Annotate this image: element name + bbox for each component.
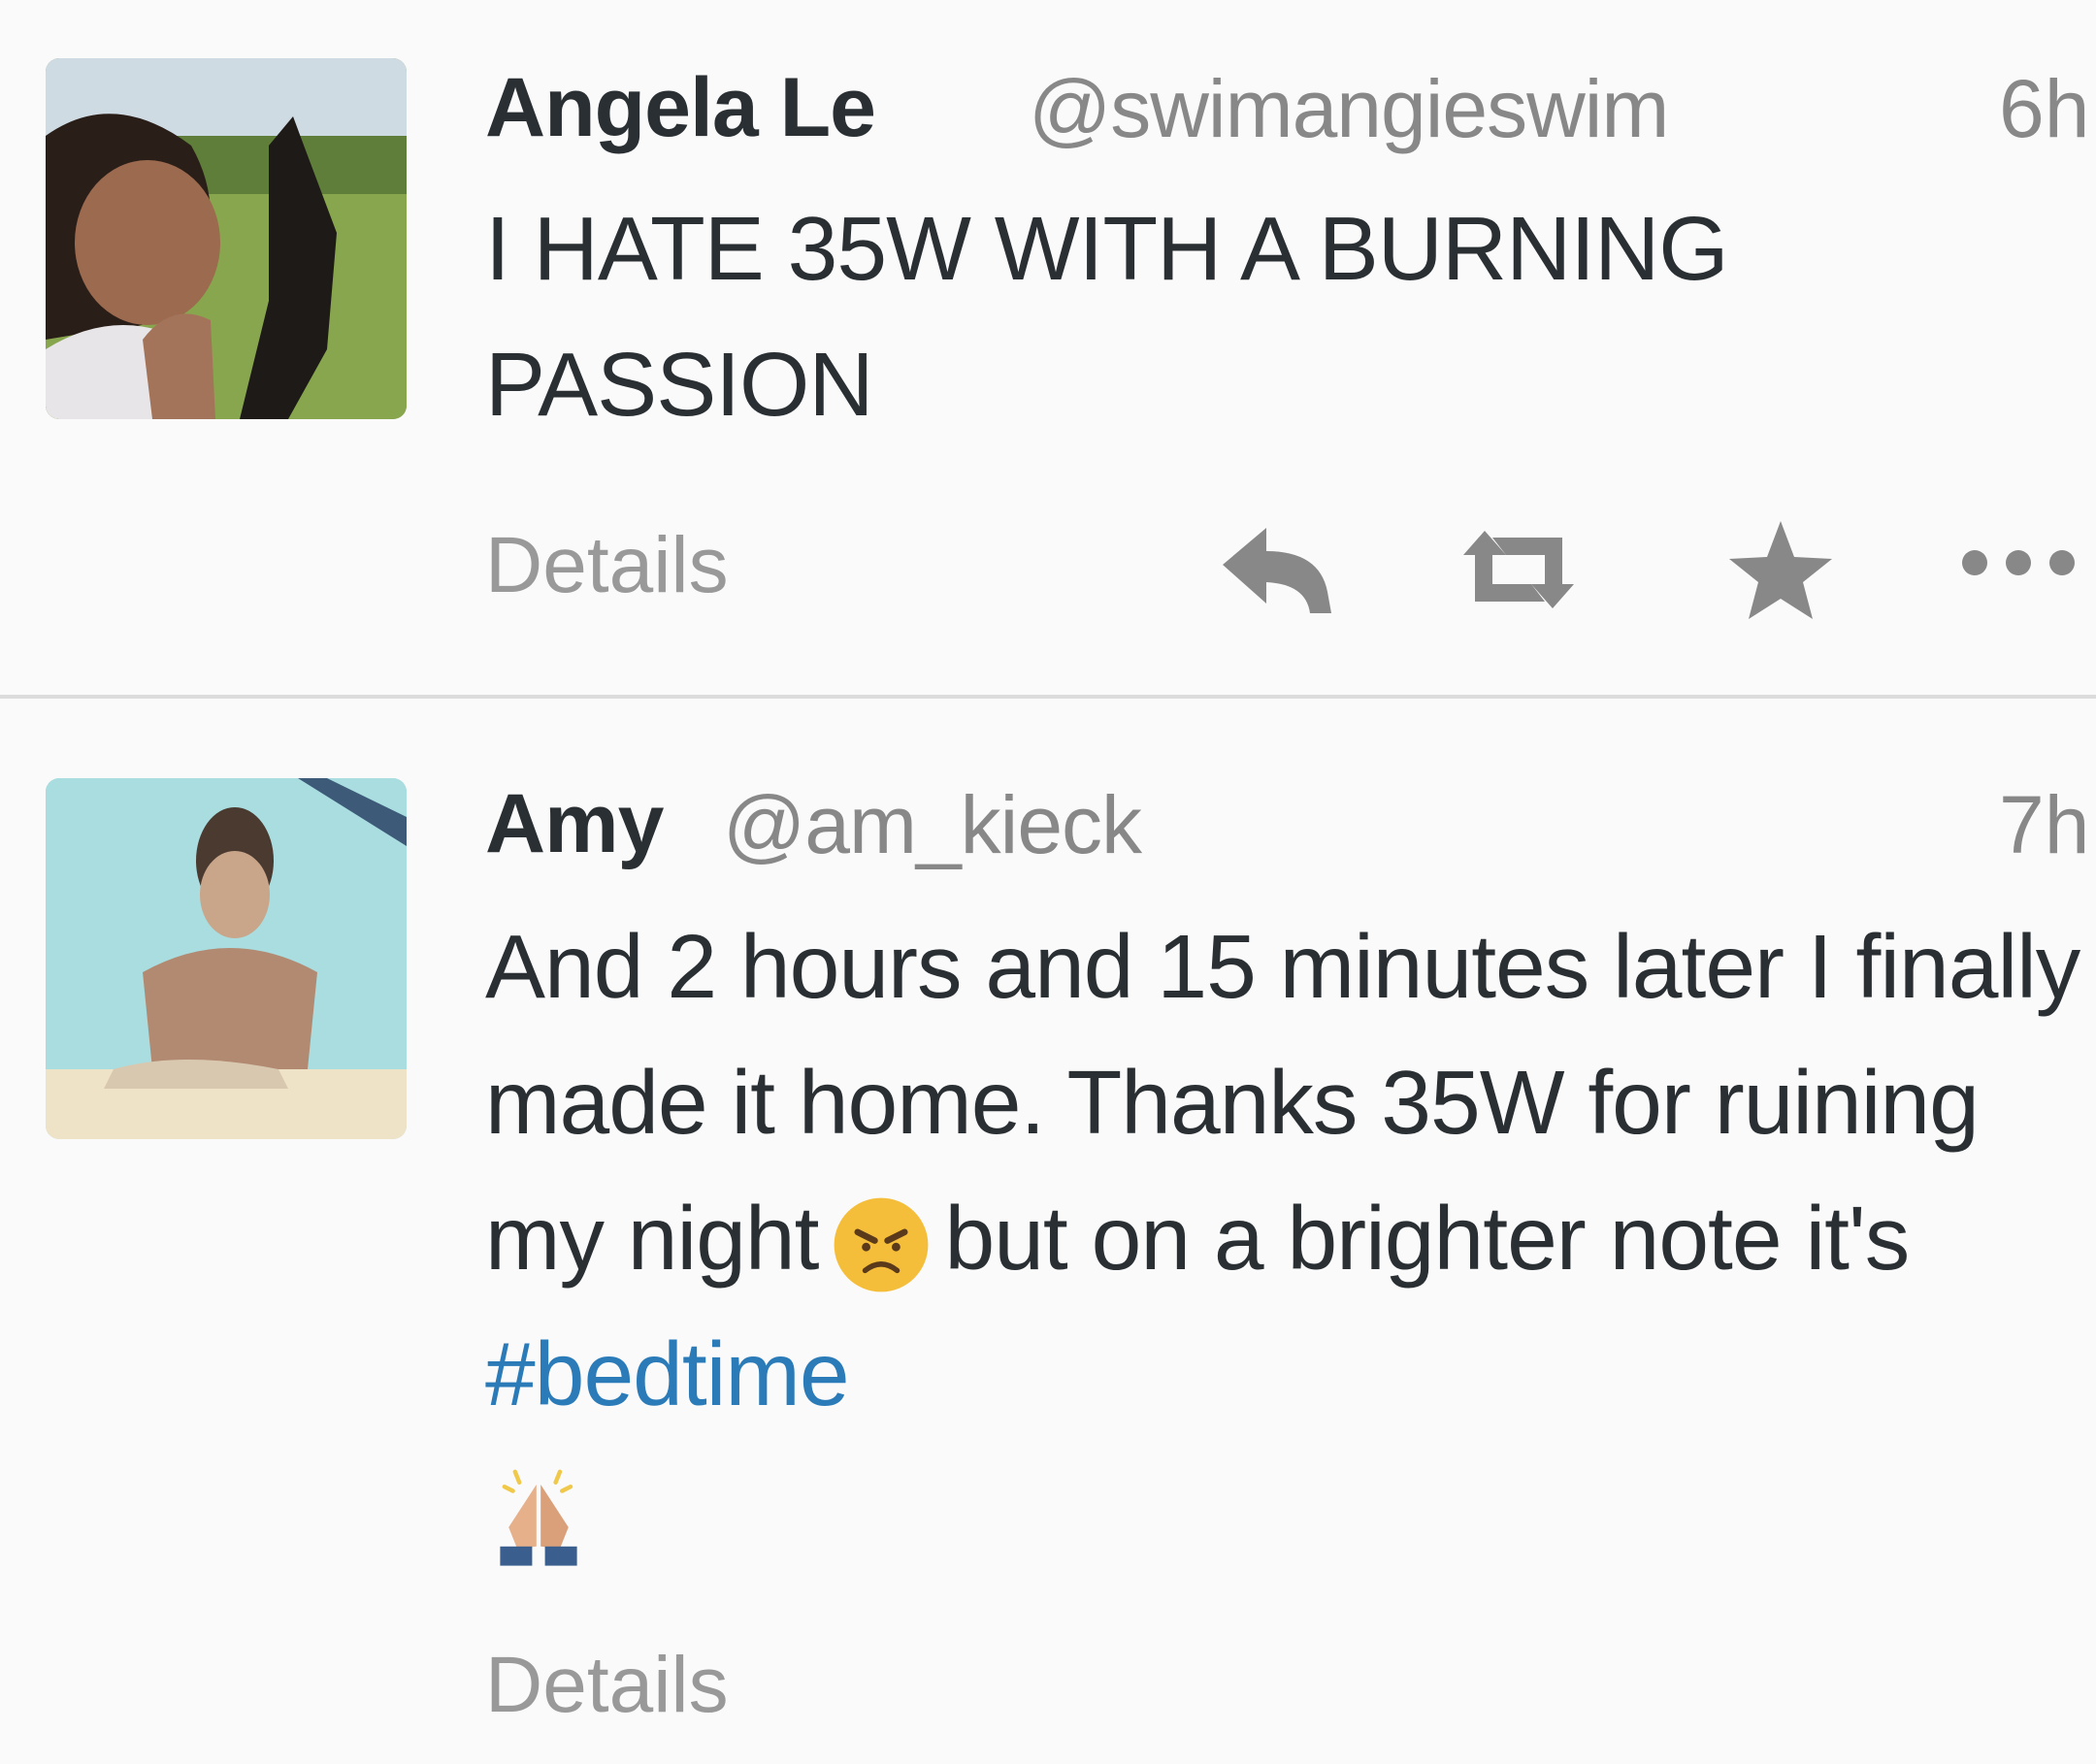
retweet-button[interactable] — [1456, 516, 1582, 623]
hashtag-link[interactable]: #bedtime — [485, 1323, 850, 1424]
tweet-text: And 2 hours and 15 minutes later I final… — [485, 898, 2096, 1578]
avatar[interactable] — [46, 58, 407, 419]
avatar[interactable] — [46, 778, 407, 1139]
avatar-photo — [46, 58, 407, 419]
timestamp[interactable]: 7h — [1999, 778, 2089, 872]
praying-hands-emoji — [485, 1463, 592, 1570]
reply-icon — [1223, 528, 1331, 613]
reply-button[interactable] — [1213, 516, 1339, 623]
fullname[interactable]: Amy — [485, 776, 664, 872]
fullname[interactable]: Angela Le — [485, 60, 876, 156]
username[interactable]: @am_kieck — [723, 778, 1142, 872]
tweet-header: Amy @am_kieck 7h — [485, 776, 2096, 883]
favorite-icon — [1729, 521, 1832, 619]
timestamp[interactable]: 6h — [1999, 62, 2089, 156]
details-link[interactable]: Details — [485, 520, 729, 611]
tweet-text: I HATE 35W WITH A BURNING PASSION — [485, 198, 1729, 435]
favorite-button[interactable] — [1718, 516, 1844, 623]
details-link[interactable]: Details — [485, 1640, 729, 1731]
tweet[interactable]: Angela Le @swimangieswim 6h I HATE 35W W… — [0, 0, 2096, 695]
angry-face-emoji — [828, 1192, 934, 1298]
avatar-photo — [46, 778, 407, 1139]
retweet-icon — [1463, 531, 1574, 608]
username[interactable]: @swimangieswim — [1029, 62, 1669, 156]
tweet[interactable]: Amy @am_kieck 7h And 2 hours and 15 minu… — [0, 699, 2096, 1764]
tweet-header: Angela Le @swimangieswim 6h — [485, 60, 2096, 167]
more-icon — [1962, 550, 2075, 575]
more-options-button[interactable] — [1950, 516, 2096, 623]
tweet-text-part: but on a brighter note it's — [944, 1188, 1910, 1289]
